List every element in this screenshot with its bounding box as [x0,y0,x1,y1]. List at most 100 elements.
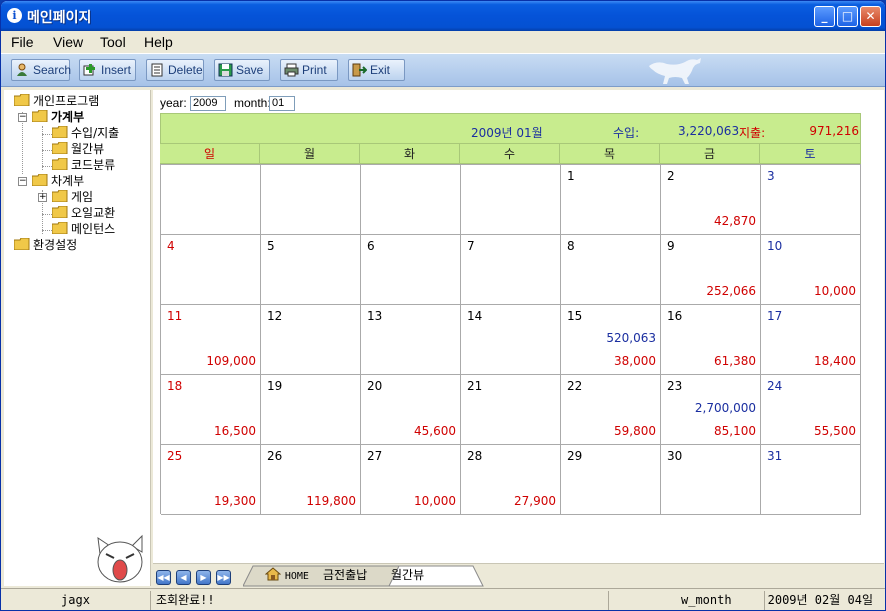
calendar-day-cell[interactable]: 13 [361,305,461,375]
delete-icon [151,63,163,77]
last-page-button[interactable]: ▶▶ [216,570,231,585]
print-button[interactable]: Print [280,59,338,81]
exit-button[interactable]: Exit [348,59,405,81]
calendar-day-cell[interactable]: 24 55,500 [761,375,861,445]
print-label: Print [302,63,327,77]
day-expense-amount: 252,066 [706,284,756,298]
calendar-day-cell[interactable]: 19 [261,375,361,445]
next-page-button[interactable]: ▶ [196,570,211,585]
save-button[interactable]: Save [214,59,270,81]
calendar-day-cell[interactable]: 22 59,800 [561,375,661,445]
collapse-toggle-car[interactable]: − [18,177,27,186]
calendar-day-cell[interactable]: 1 [561,165,661,235]
window-title: 메인페이지 [27,10,92,26]
year-input[interactable]: 2009 [190,96,226,111]
tab-monthly[interactable]: 월간뷰 [385,566,430,587]
calendar-day-cell[interactable]: 27 10,000 [361,445,461,515]
tree-item-household[interactable]: 가계부 [32,109,84,125]
home-icon [265,567,281,581]
tab-home[interactable]: HOME [259,566,315,587]
expand-toggle-game[interactable]: + [38,193,47,202]
day-income-amount: 520,063 [606,331,656,345]
calendar-day-cell[interactable]: 10 10,000 [761,235,861,305]
calendar-day-cell[interactable]: 6 [361,235,461,305]
calendar-day-cell[interactable]: 25 19,300 [161,445,261,515]
minimize-button[interactable]: _ [814,6,835,27]
calendar-day-cell[interactable]: 3 [761,165,861,235]
menu-help[interactable]: Help [144,34,173,50]
weekday-header: 금 [660,144,760,164]
calendar-day-cell[interactable]: 8 [561,235,661,305]
weekday-header: 일 [160,144,260,164]
day-number: 13 [367,309,383,323]
day-expense-amount: 42,870 [714,214,756,228]
calendar-day-cell[interactable]: 26 119,800 [261,445,361,515]
calendar-day-cell[interactable]: 29 [561,445,661,515]
tree-label: 메인턴스 [71,222,116,236]
maximize-button[interactable]: □ [837,6,858,27]
day-number: 24 [767,379,783,393]
calendar-day-cell[interactable] [361,165,461,235]
weekday-header: 화 [360,144,460,164]
day-number: 7 [467,239,475,253]
day-expense-amount: 18,400 [814,354,856,368]
calendar-day-cell[interactable]: 18 16,500 [161,375,261,445]
calendar-day-cell[interactable]: 21 [461,375,561,445]
calendar-day-cell[interactable]: 11 109,000 [161,305,261,375]
tree-item-maintenance[interactable]: 메인턴스 [52,221,115,237]
menu-file[interactable]: File [11,34,34,50]
calendar-day-cell[interactable]: 20 45,600 [361,375,461,445]
first-page-button[interactable]: ◀◀ [156,570,171,585]
tree-item-game[interactable]: 게임 [52,189,93,205]
day-expense-amount: 27,900 [514,494,556,508]
day-expense-amount: 10,000 [414,494,456,508]
delete-button[interactable]: Delete [146,59,204,81]
folder-icon [52,190,68,202]
calendar-day-cell[interactable] [461,165,561,235]
insert-button[interactable]: Insert [79,59,136,81]
tree-item-code-class[interactable]: 코드분류 [52,157,115,173]
folder-open-icon [32,110,48,122]
tree-item-income-expense[interactable]: 수입/지출 [52,125,119,141]
day-number: 20 [367,379,383,393]
calendar-day-cell[interactable]: 30 [661,445,761,515]
tree-item-settings[interactable]: 환경설정 [14,237,77,253]
calendar-day-cell[interactable] [161,165,261,235]
title-bar[interactable]: i 메인페이지 _ □ ✕ [1,1,885,31]
calendar-day-cell[interactable]: 28 27,900 [461,445,561,515]
tree-item-personal-programs[interactable]: 개인프로그램 [14,93,99,109]
status-screen: w_month [611,591,765,610]
tree-item-car[interactable]: 차계부 [32,173,84,189]
calendar-day-cell[interactable]: 16 61,380 [661,305,761,375]
tab-cash[interactable]: 금전출납 [317,566,373,587]
calendar-day-cell[interactable]: 15 520,063 38,000 [561,305,661,375]
calendar-day-cell[interactable]: 4 [161,235,261,305]
calendar-day-cell[interactable]: 23 2,700,000 85,100 [661,375,761,445]
search-label: Search [33,63,72,77]
collapse-toggle-household[interactable]: − [18,113,27,122]
calendar-day-cell[interactable]: 12 [261,305,361,375]
day-number: 8 [567,239,575,253]
calendar-day-cell[interactable]: 7 [461,235,561,305]
calendar-day-cell[interactable]: 5 [261,235,361,305]
search-button[interactable]: Search [11,59,72,81]
close-button[interactable]: ✕ [860,6,881,27]
main-panel: year: 2009 month: 01 2009년 01월 수입: 3,220… [153,90,884,563]
menu-tool[interactable]: Tool [100,34,126,50]
day-number: 27 [367,449,383,463]
day-expense-amount: 10,000 [814,284,856,298]
tree-item-oil-change[interactable]: 오일교환 [52,205,115,221]
prev-page-button[interactable]: ◀ [176,570,191,585]
folder-icon [52,126,68,138]
calendar-day-cell[interactable]: 2 42,870 [661,165,761,235]
calendar-day-cell[interactable]: 14 [461,305,561,375]
calendar-day-cell[interactable]: 31 [761,445,861,515]
menu-view[interactable]: View [53,34,83,50]
calendar-day-cell[interactable] [261,165,361,235]
status-user: jagx [1,591,151,610]
calendar-day-cell[interactable]: 9 252,066 [661,235,761,305]
tree-item-monthly-view[interactable]: 월간뷰 [52,141,104,157]
tree-label: 개인프로그램 [33,94,100,108]
month-input[interactable]: 01 [269,96,295,111]
calendar-day-cell[interactable]: 17 18,400 [761,305,861,375]
